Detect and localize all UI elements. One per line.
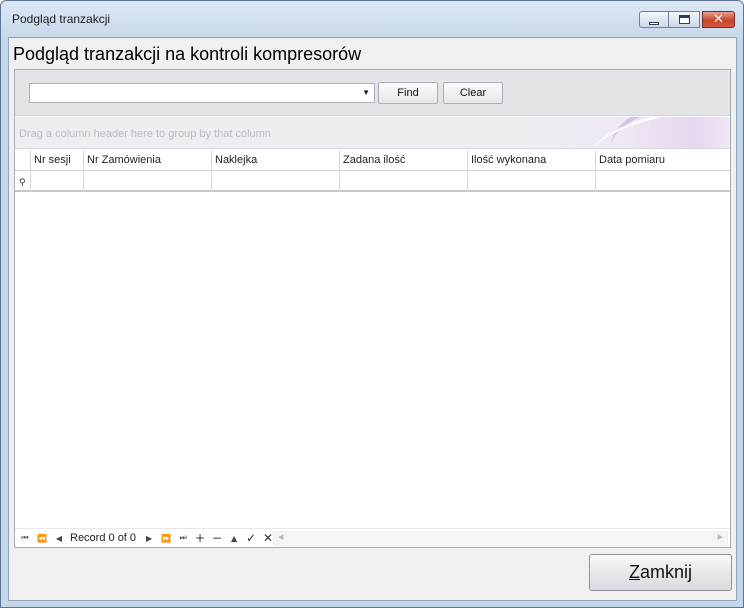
grid-body[interactable]	[15, 194, 730, 528]
maximize-icon	[678, 15, 690, 24]
scroll-right-icon[interactable]: ▶	[718, 533, 723, 541]
auto-filter-row: ⚲	[15, 172, 730, 192]
window: Podgląd tranzakcji ✕ Podgląd tranzakcji …	[0, 0, 744, 608]
group-panel[interactable]: Drag a column header here to group by th…	[15, 117, 730, 149]
grid-panel: ▼ Find Clear Drag a column header here t…	[14, 69, 731, 548]
close-button[interactable]: Zamknij	[589, 554, 732, 591]
edit-record-icon[interactable]: ▲	[227, 531, 241, 545]
filter-icon: ⚲	[19, 177, 26, 187]
close-button-mnemonic: Z	[628, 562, 640, 582]
filter-cell-zadana-ilosc[interactable]	[340, 172, 468, 192]
filter-cell-data-pomiaru[interactable]	[596, 172, 730, 192]
column-header-ilosc-wykonana[interactable]: Ilość wykonana	[468, 150, 596, 171]
row-indicator-header	[15, 150, 31, 171]
remove-record-icon[interactable]: −	[210, 531, 224, 545]
filter-cell-nr-zamowienia[interactable]	[84, 172, 212, 192]
group-hint: Drag a column header here to group by th…	[19, 128, 271, 140]
column-header-nr-sesji[interactable]: Nr sesji	[31, 150, 84, 171]
search-input[interactable]	[32, 85, 352, 101]
filter-cell-naklejka[interactable]	[212, 172, 340, 192]
clear-button[interactable]: Clear	[443, 82, 503, 104]
find-button[interactable]: Find	[378, 82, 438, 104]
column-header-nr-zamowienia[interactable]: Nr Zamówienia	[84, 150, 212, 171]
column-header-naklejka[interactable]: Naklejka	[212, 150, 340, 171]
scroll-left-icon[interactable]: ◀	[278, 533, 283, 541]
filter-cell-ilosc-wykonana[interactable]	[468, 172, 596, 192]
first-record-icon[interactable]: ⏮	[18, 531, 32, 545]
previous-page-icon[interactable]: ⏪	[35, 531, 49, 545]
close-icon: ✕	[713, 12, 724, 27]
filter-cell-nr-sesji[interactable]	[31, 172, 84, 192]
minimize-icon	[649, 21, 659, 25]
data-navigator: ⏮ ⏪ ◀ Record 0 of 0 ▶ ⏩ ⏭ + − ▲ ✓ ✕ ◀ ▶	[15, 528, 730, 547]
horizontal-scrollbar[interactable]: ◀ ▶	[273, 531, 728, 546]
column-header-row: Nr sesji Nr Zamówienia Naklejka Zadana i…	[15, 150, 730, 171]
last-record-icon[interactable]: ⏭	[176, 531, 190, 545]
maximize-button[interactable]	[669, 11, 700, 28]
title-bar[interactable]: Podgląd tranzakcji ✕	[1, 1, 743, 37]
next-page-icon[interactable]: ⏩	[159, 531, 173, 545]
decorative-swoosh	[586, 117, 730, 148]
chevron-down-icon[interactable]: ▼	[362, 88, 370, 97]
close-button-label: amknij	[639, 562, 692, 582]
column-header-zadana-ilosc[interactable]: Zadana ilość	[340, 150, 468, 171]
end-edit-icon[interactable]: ✓	[244, 531, 258, 545]
column-header-data-pomiaru[interactable]: Data pomiaru	[596, 150, 730, 171]
search-combobox[interactable]: ▼	[29, 83, 375, 103]
client-area: Podgląd tranzakcji na kontroli kompresor…	[8, 37, 737, 601]
close-window-button[interactable]: ✕	[702, 11, 735, 28]
filter-indicator-cell: ⚲	[15, 172, 31, 192]
find-panel: ▼ Find Clear	[15, 70, 730, 116]
window-title: Podgląd tranzakcji	[12, 12, 111, 26]
page-title: Podgląd tranzakcji na kontroli kompresor…	[13, 44, 362, 64]
previous-record-icon[interactable]: ◀	[52, 531, 66, 545]
record-counter: Record 0 of 0	[70, 532, 137, 544]
append-record-icon[interactable]: +	[193, 531, 207, 545]
next-record-icon[interactable]: ▶	[142, 531, 156, 545]
minimize-button[interactable]	[639, 11, 669, 28]
